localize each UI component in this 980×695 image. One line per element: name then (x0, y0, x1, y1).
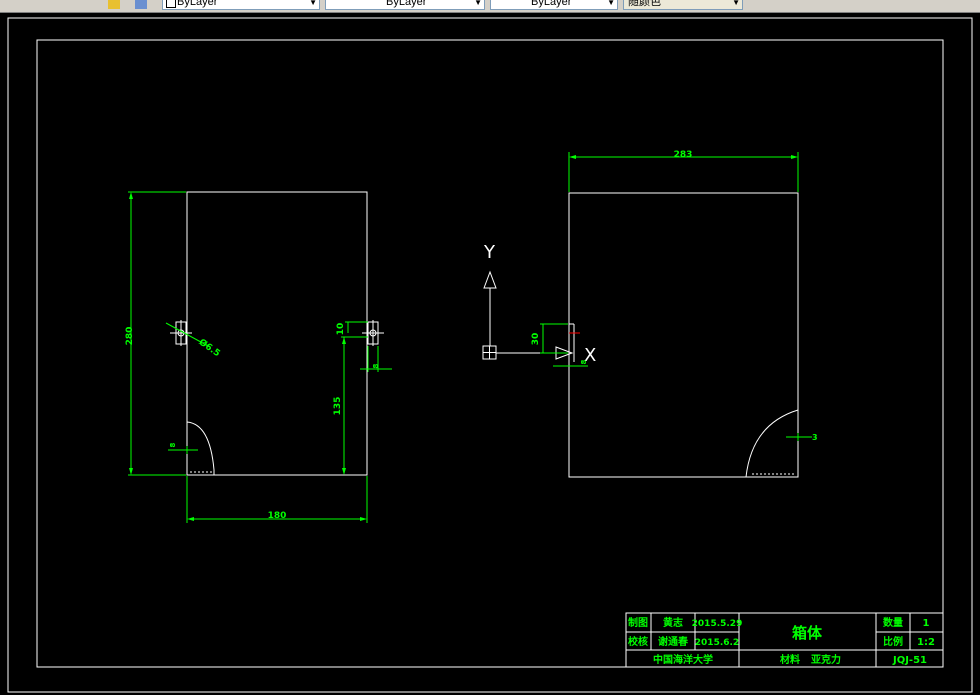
lineweight-combo[interactable]: ByLayer ▼ (325, 0, 485, 10)
dim-left-width: 180 (268, 511, 287, 521)
plotstyle-combo-value: ByLayer (531, 0, 572, 8)
color-combo-value: 随颜色 (628, 0, 661, 8)
tb-drawn-date: 2015.5.29 (692, 619, 743, 629)
right-quarter-arc (745, 409, 799, 478)
left-view-dimensions (128, 191, 392, 523)
tb-quantity-label: 数量 (883, 616, 903, 629)
dim-left-hole-dia: Ø6.5 (197, 337, 223, 360)
ucs-icon (482, 270, 574, 360)
right-view (568, 192, 799, 478)
tb-part-name: 箱体 (792, 624, 823, 642)
tb-drawn-by-label: 制图 (628, 616, 648, 629)
tb-checked-by-name: 谢通春 (658, 635, 688, 648)
dim-left-quarter: 8 (169, 442, 177, 447)
tb-scale-label: 比例 (883, 635, 903, 648)
tb-drawing-no: JQJ-51 (892, 655, 927, 666)
tb-school: 中国海洋大学 (653, 653, 713, 666)
tb-drawn-by-name: 黄志 (663, 616, 683, 629)
tb-material-value: 亚克力 (811, 653, 841, 666)
left-quarter-arc (186, 421, 215, 475)
ucs-y-label: Y (483, 242, 496, 263)
chevron-down-icon: ▼ (732, 0, 740, 7)
color-combo[interactable]: 随颜色 ▼ (623, 0, 743, 10)
layer-previous-icon[interactable] (135, 0, 147, 9)
dim-left-height: 280 (125, 327, 135, 346)
plotstyle-combo[interactable]: ByLayer ▼ (490, 0, 618, 10)
lineweight-combo-value: ByLayer (386, 0, 427, 8)
tb-checked-by-label: 校核 (628, 635, 648, 648)
dim-left-hole-from-bottom: 135 (333, 397, 343, 416)
linetype-swatch-icon (166, 0, 176, 8)
tb-scale-value: 1:2 (917, 637, 935, 648)
dim-right-width: 283 (674, 150, 693, 160)
tb-material-label: 材料 (780, 653, 800, 666)
drawing-canvas[interactable]: 280 180 135 10 8 Ø6.5 8 Y X 283 30 8 3 制… (0, 12, 980, 695)
left-view (170, 191, 384, 476)
chevron-down-icon: ▼ (474, 0, 482, 7)
layer-icon[interactable] (108, 0, 120, 9)
dim-ucs-small: 8 (580, 359, 588, 364)
dim-left-hole-right-small: 8 (372, 363, 380, 368)
right-view-outline (568, 192, 799, 478)
tb-quantity-value: 1 (923, 618, 930, 629)
chevron-down-icon: ▼ (309, 0, 317, 7)
linetype-combo[interactable]: ByLayer ▼ (162, 0, 320, 10)
tb-checked-date: 2015.6.2 (695, 638, 739, 648)
dim-left-hole-offset: 10 (336, 323, 346, 336)
linetype-combo-value: ByLayer (177, 0, 218, 8)
dim-ucs-left: 30 (531, 333, 541, 346)
chevron-down-icon: ▼ (607, 0, 615, 7)
dim-right-arc: 3 (812, 433, 818, 442)
right-view-dimensions (540, 152, 812, 441)
